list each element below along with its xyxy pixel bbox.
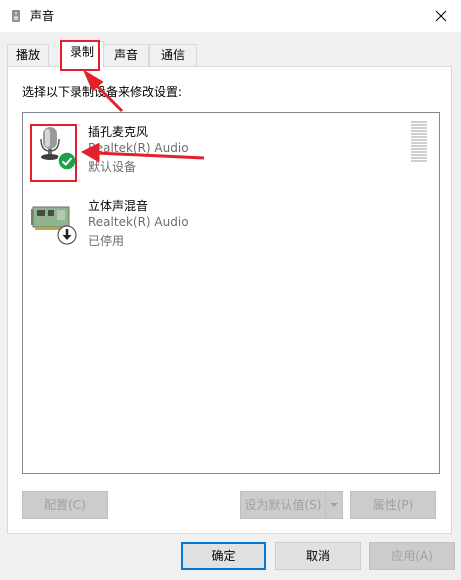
close-icon <box>435 10 447 22</box>
disabled-down-arrow-icon <box>57 225 77 245</box>
cancel-button[interactable]: 取消 <box>275 542 361 570</box>
speaker-icon <box>9 9 23 23</box>
sound-card-icon <box>29 197 77 245</box>
ok-button[interactable]: 确定 <box>181 542 266 570</box>
window-title: 声音 <box>30 9 55 23</box>
device-driver: Realtek(R) Audio <box>88 141 189 155</box>
device-name: 插孔麦克风 <box>88 125 149 139</box>
instruction-text: 选择以下录制设备来修改设置: <box>22 85 183 99</box>
device-driver: Realtek(R) Audio <box>88 215 189 229</box>
set-default-button[interactable]: 设为默认值(S) <box>240 491 326 519</box>
level-meter <box>411 121 427 163</box>
device-highlight-box <box>30 124 77 182</box>
apply-button[interactable]: 应用(A) <box>369 542 455 570</box>
sound-dialog: 声音 播放 录制 声音 通信 选择以下录制设备来修改设置: 插孔麦克风 Real… <box>0 0 461 580</box>
tab-highlight-box <box>60 40 100 71</box>
device-name: 立体声混音 <box>88 199 149 213</box>
device-status: 默认设备 <box>88 160 137 174</box>
configure-button[interactable]: 配置(C) <box>22 491 108 519</box>
tab-sounds[interactable]: 声音 <box>103 44 149 66</box>
tab-communications[interactable]: 通信 <box>149 44 197 66</box>
device-status: 已停用 <box>88 234 125 248</box>
tab-playback[interactable]: 播放 <box>7 44 49 66</box>
close-button[interactable] <box>421 0 461 32</box>
list-item[interactable]: 插孔麦克风 Realtek(R) Audio 默认设备 <box>23 113 439 177</box>
device-list[interactable]: 插孔麦克风 Realtek(R) Audio 默认设备 立体声混音 Realte… <box>22 112 440 474</box>
list-item[interactable]: 立体声混音 Realtek(R) Audio 已停用 <box>23 187 439 251</box>
properties-button[interactable]: 属性(P) <box>350 491 436 519</box>
title-bar: 声音 <box>0 0 461 32</box>
chevron-down-icon <box>330 503 338 507</box>
set-default-dropdown[interactable] <box>325 491 343 519</box>
